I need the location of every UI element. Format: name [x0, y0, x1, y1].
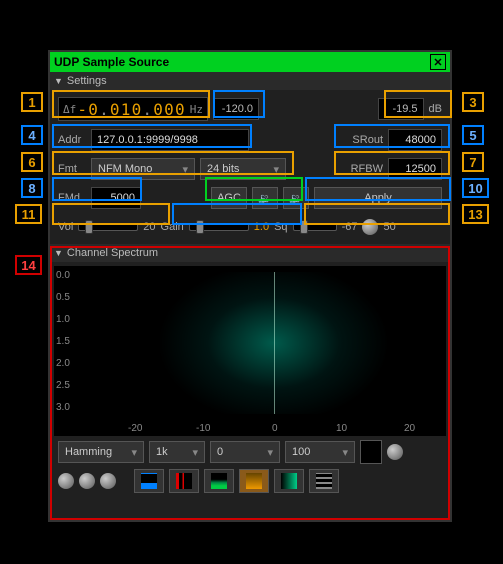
view-histogram-button[interactable] — [169, 469, 199, 493]
x-tick: 20 — [404, 423, 415, 434]
title-text: UDP Sample Source — [54, 55, 169, 69]
fmd-input[interactable]: 5000 — [91, 187, 141, 209]
knob[interactable] — [387, 444, 403, 460]
close-icon[interactable]: ✕ — [430, 54, 446, 70]
window-select[interactable]: Hamming — [58, 441, 144, 463]
grid-icon — [316, 473, 332, 489]
fmt-label: Fmt — [58, 163, 86, 175]
section-spectrum[interactable]: Channel Spectrum — [50, 244, 450, 262]
addr-input[interactable]: 127.0.0.1:9999/9998 — [91, 129, 249, 151]
callout-4: 4 — [21, 125, 43, 145]
y-tick: 0.0 — [56, 270, 70, 281]
delta-freq-input[interactable]: Δf - 0 . 0 1 0 . 0 0 0 Hz — [58, 97, 208, 121]
x-tick: -10 — [196, 423, 210, 434]
power-unit: dB — [429, 103, 442, 115]
y-tick: 3.0 — [56, 402, 70, 413]
ref-select[interactable]: 0 — [210, 441, 280, 463]
view-grid-button[interactable] — [309, 469, 339, 493]
callout-10: 10 — [462, 178, 489, 198]
level-readout: -120.0 — [213, 98, 259, 120]
apply-button[interactable]: Apply — [314, 187, 442, 209]
y-tick: 1.5 — [56, 336, 70, 347]
y-tick: 2.0 — [56, 358, 70, 369]
callout-3: 3 — [462, 92, 484, 112]
x-tick: 0 — [272, 423, 278, 434]
sq-slider[interactable] — [293, 223, 337, 231]
knob[interactable] — [79, 473, 95, 489]
vol-value: 20 — [143, 221, 155, 233]
fmt-codec-select[interactable]: NFM Mono — [91, 158, 195, 180]
spectrum-icon — [141, 473, 157, 489]
callout-11: 11 — [15, 204, 42, 224]
sq-max: 50 — [383, 221, 395, 233]
y-tick: 1.0 — [56, 314, 70, 325]
main-panel: UDP Sample Source ✕ Settings Δf - 0 . 0 … — [48, 50, 452, 522]
gradient2-icon — [281, 473, 297, 489]
section-settings[interactable]: Settings — [50, 72, 450, 90]
callout-6: 6 — [21, 152, 43, 172]
gain-label: Gain — [161, 221, 184, 233]
y-tick: 0.5 — [56, 292, 70, 303]
waterfall-data — [109, 272, 438, 414]
x-tick: -20 — [128, 423, 142, 434]
sq-led — [362, 219, 378, 235]
x-tick: 10 — [336, 423, 347, 434]
view-spectrum-button[interactable] — [134, 469, 164, 493]
srout-label: SRout — [352, 134, 383, 146]
sq-label: Sq — [274, 221, 287, 233]
gradient-icon — [246, 473, 262, 489]
y-tick: 2.5 — [56, 380, 70, 391]
addr-label: Addr — [58, 134, 86, 146]
waterfall-icon — [211, 473, 227, 489]
gain-value: 1.0 — [254, 221, 269, 233]
color-swatch[interactable] — [360, 440, 382, 464]
mute-button[interactable]: 🔉 — [252, 187, 278, 209]
knob[interactable] — [100, 473, 116, 489]
fft-select[interactable]: 1k — [149, 441, 205, 463]
callout-5: 5 — [462, 125, 484, 145]
view-gradient2-button[interactable] — [274, 469, 304, 493]
power-readout: -19.5 — [378, 98, 424, 120]
title-bar: UDP Sample Source ✕ — [50, 52, 450, 72]
vol-label: Vol — [58, 221, 73, 233]
rfbw-label: RFBW — [351, 163, 383, 175]
speaker-icon: 🔉 — [289, 192, 303, 205]
speaker-icon: 🔉 — [258, 192, 272, 205]
agc-button[interactable]: AGC — [211, 187, 247, 209]
fmd-label: FMd — [58, 192, 86, 204]
knob[interactable] — [58, 473, 74, 489]
rfbw-input[interactable]: 12500 — [388, 158, 442, 180]
callout-1: 1 — [21, 92, 43, 112]
spectrum-waterfall[interactable]: 0.0 0.5 1.0 1.5 2.0 2.5 3.0 -20 -10 0 10… — [54, 266, 446, 436]
callout-8: 8 — [21, 178, 43, 198]
view-waterfall-button[interactable] — [204, 469, 234, 493]
mute2-button[interactable]: 🔉 — [283, 187, 309, 209]
fmt-bits-select[interactable]: 24 bits — [200, 158, 286, 180]
callout-14: 14 — [15, 255, 42, 275]
srout-input[interactable]: 48000 — [388, 129, 442, 151]
vol-slider[interactable] — [78, 223, 138, 231]
range-select[interactable]: 100 — [285, 441, 355, 463]
view-gradient-button[interactable] — [239, 469, 269, 493]
callout-13: 13 — [462, 204, 489, 224]
gain-slider[interactable] — [189, 223, 249, 231]
histogram-icon — [176, 473, 192, 489]
callout-7: 7 — [462, 152, 484, 172]
sq-value: -67 — [342, 221, 358, 233]
